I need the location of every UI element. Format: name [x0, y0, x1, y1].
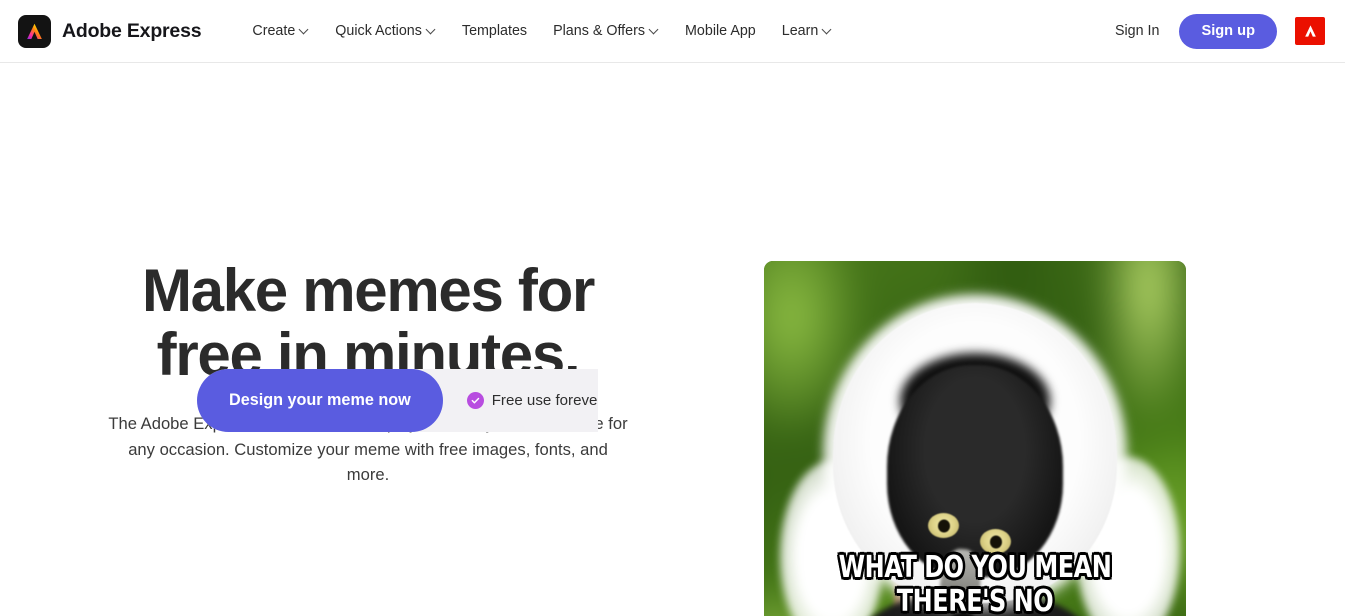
nav-item-plans-and-offers[interactable]: Plans & Offers: [540, 17, 672, 45]
nav-item-templates[interactable]: Templates: [449, 17, 540, 45]
badge-label: Free use forever: [491, 392, 598, 409]
design-your-meme-now-button[interactable]: Design your meme now: [197, 369, 443, 432]
badge-free-use-forever: Free use forever: [466, 392, 598, 409]
check-circle-icon: [466, 392, 484, 409]
adobe-express-logo-icon: [18, 14, 51, 48]
nav-item-label: Mobile App: [685, 23, 756, 39]
brand-name: Adobe Express: [62, 19, 202, 42]
sign-up-button[interactable]: Sign up: [1179, 13, 1277, 49]
chevron-down-icon: [427, 26, 436, 35]
nav-item-quick-actions[interactable]: Quick Actions: [322, 17, 449, 45]
adobe-corporate-logo-icon[interactable]: [1295, 17, 1325, 45]
nav-item-learn[interactable]: Learn: [769, 17, 846, 45]
nav-item-label: Create: [252, 23, 296, 39]
feature-badges: Free use forever N: [443, 392, 598, 409]
primary-navigation: Create Quick Actions Templates Plans & O…: [239, 17, 845, 45]
nav-item-create[interactable]: Create: [239, 17, 322, 45]
cta-pill: Design your meme now Free use forever: [197, 369, 598, 432]
nav-item-label: Templates: [461, 23, 528, 39]
sign-in-link[interactable]: Sign In: [1111, 17, 1164, 45]
chevron-down-icon: [823, 26, 832, 35]
chevron-down-icon: [300, 26, 309, 35]
brand-home-link[interactable]: Adobe Express: [18, 14, 202, 48]
chevron-down-icon: [650, 26, 659, 35]
site-header: Adobe Express Create Quick Actions Templ…: [0, 0, 1345, 63]
cta-row: Design your meme now Free use forever: [197, 369, 598, 432]
meme-preview-image[interactable]: WHAT DO YOU MEAN THERE'S NO FOOD AT THE …: [764, 261, 1186, 616]
hero-section: Make memes for free in minutes. The Adob…: [0, 63, 1345, 616]
nav-item-label: Quick Actions: [335, 23, 422, 39]
header-actions: Sign In Sign up: [1111, 13, 1325, 49]
nav-item-label: Plans & Offers: [553, 23, 646, 39]
meme-caption-line-1: WHAT DO YOU MEAN THERE'S NO: [838, 549, 1112, 616]
meme-caption: WHAT DO YOU MEAN THERE'S NO FOOD AT THE …: [806, 549, 1144, 616]
nav-item-mobile-app[interactable]: Mobile App: [672, 17, 769, 45]
nav-item-label: Learn: [781, 23, 819, 39]
